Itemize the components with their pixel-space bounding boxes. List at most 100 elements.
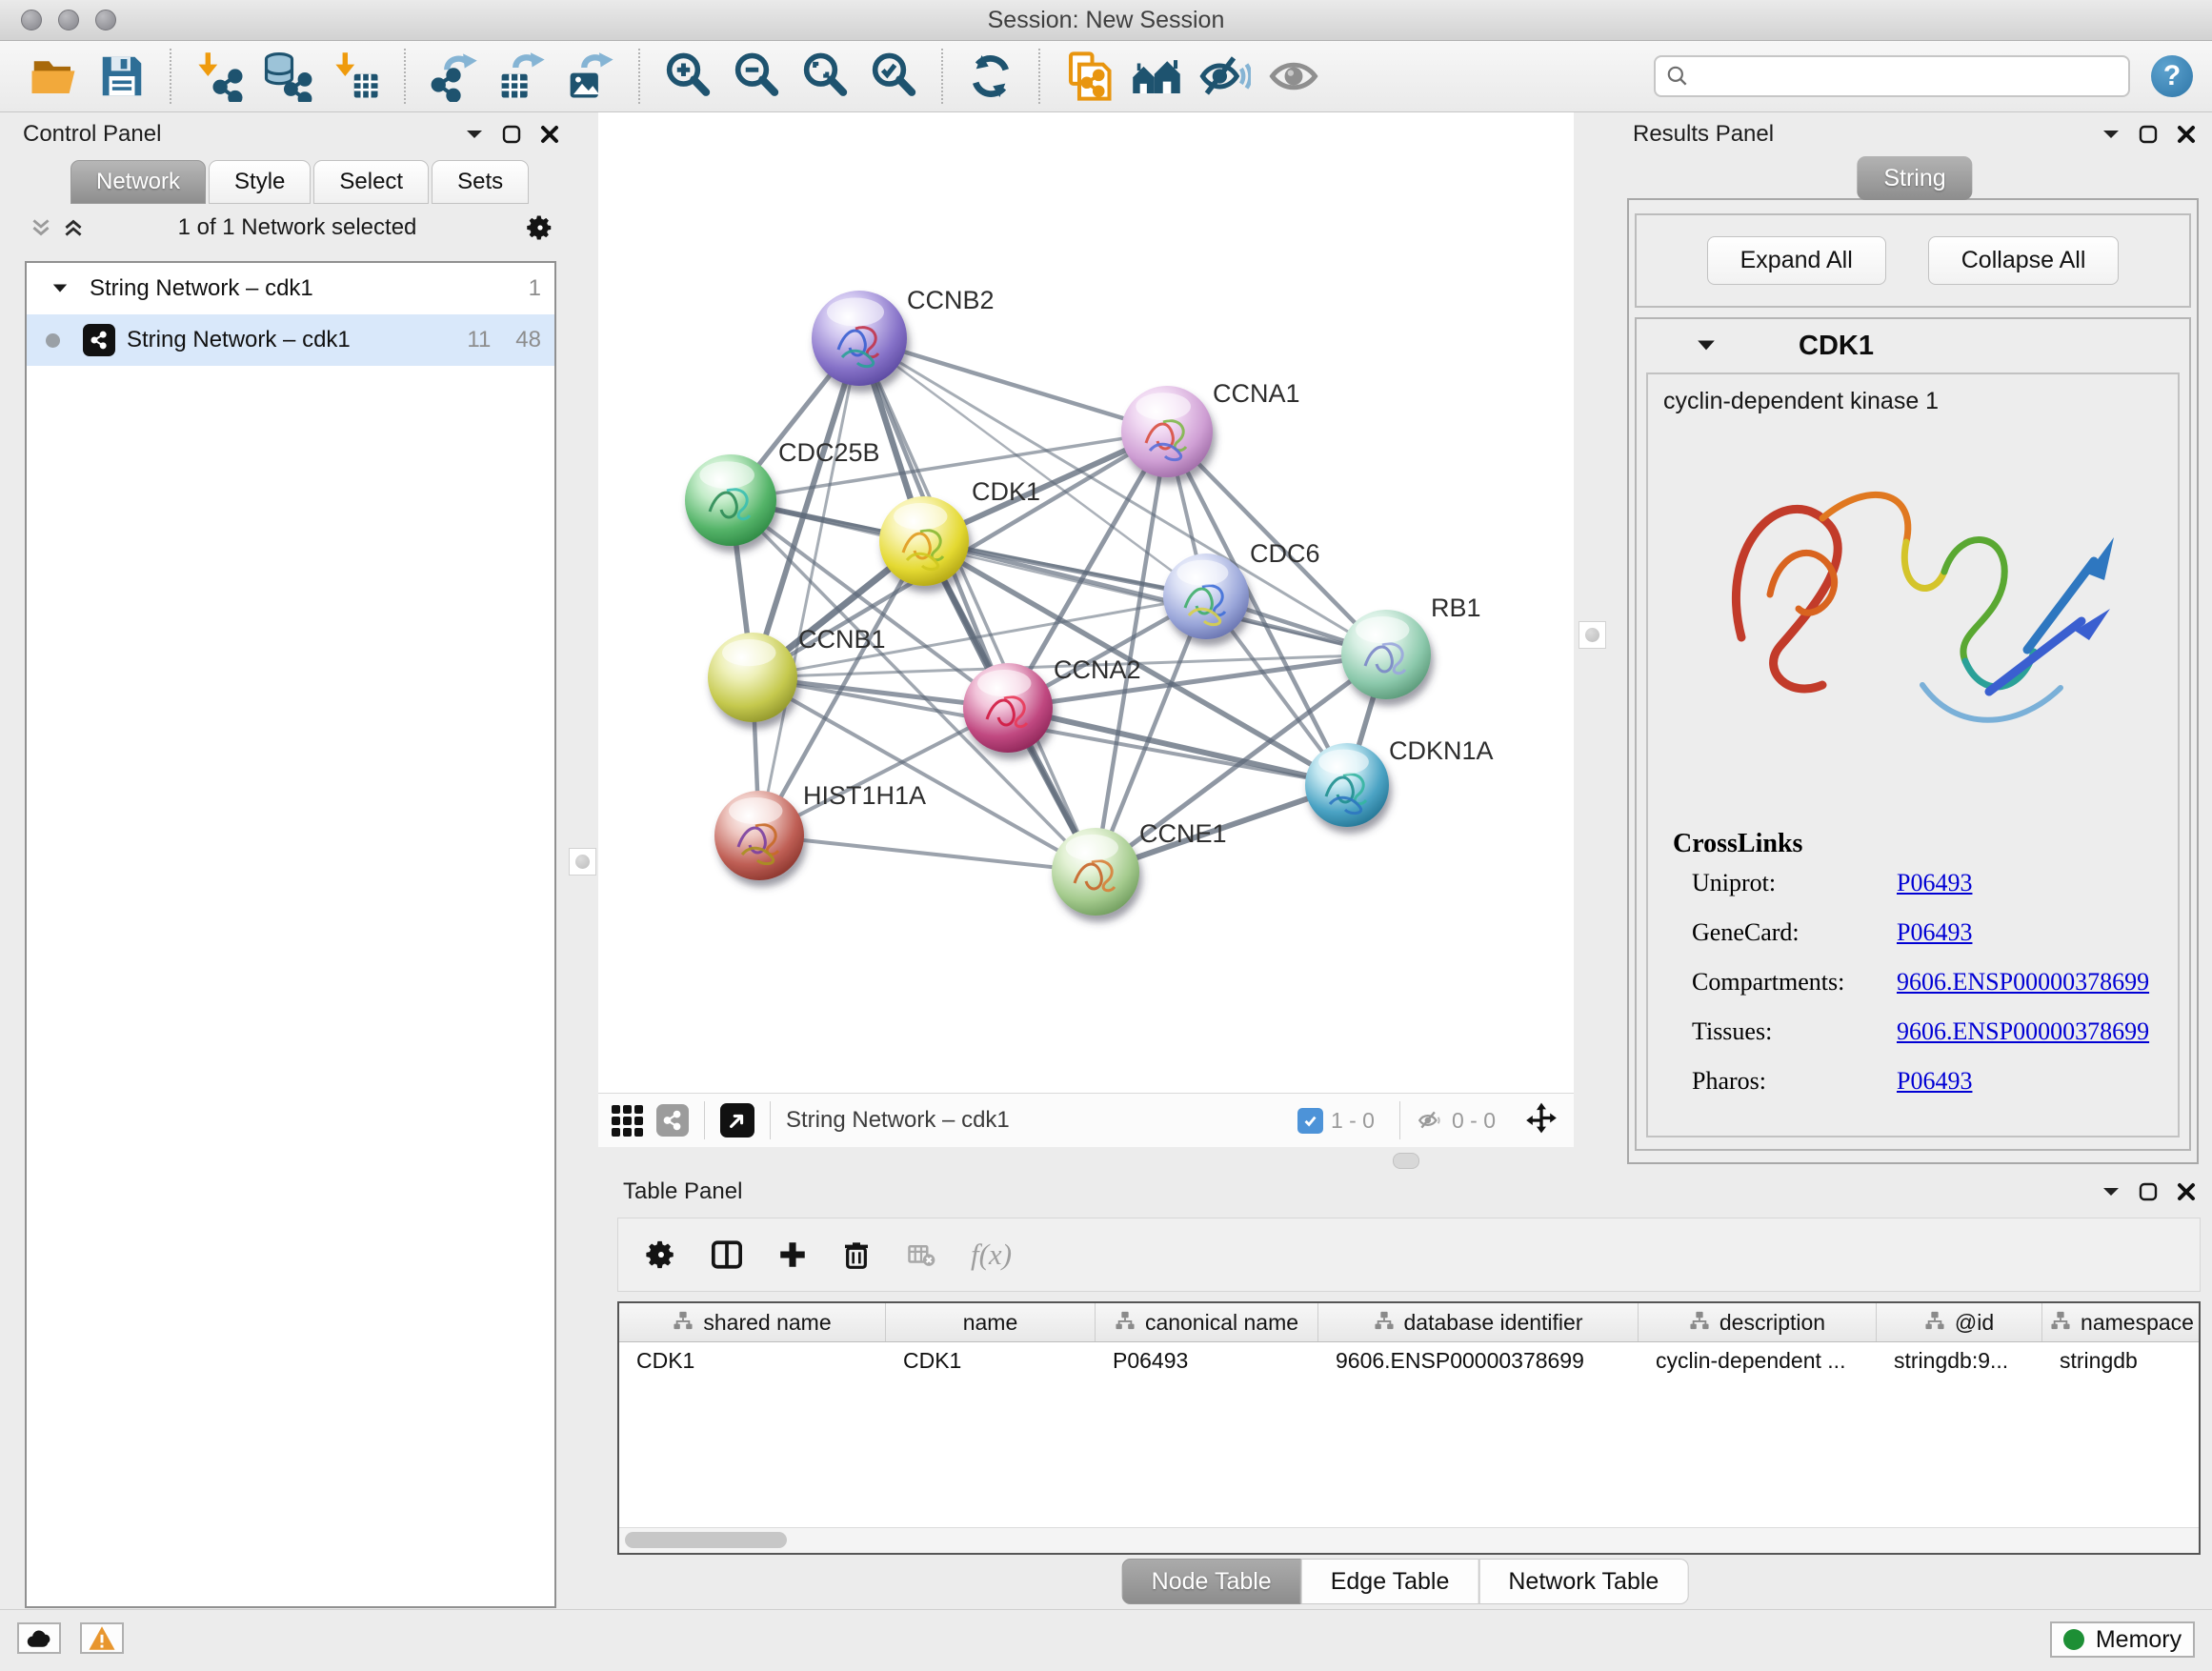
network-thumbnail-icon[interactable] xyxy=(656,1104,689,1137)
zoom-out-button[interactable] xyxy=(727,47,786,106)
column-header-canonical-name[interactable]: canonical name xyxy=(1096,1303,1318,1341)
network-row-selected[interactable]: String Network – cdk1 11 48 xyxy=(27,314,554,366)
close-icon xyxy=(2176,124,2197,145)
crosslink-link[interactable]: 9606.ENSP00000378699 xyxy=(1897,1017,2149,1046)
network-node-CCNA1[interactable] xyxy=(1121,386,1213,477)
tab-network[interactable]: Network xyxy=(70,160,206,204)
memory-status-button[interactable]: Memory xyxy=(2050,1621,2195,1658)
network-node-CCNE1[interactable] xyxy=(1052,828,1139,916)
delete-column-button[interactable] xyxy=(841,1238,872,1271)
export-table-button[interactable] xyxy=(493,47,552,106)
left-splitter-handle[interactable] xyxy=(569,848,596,876)
table-horizontal-scrollbar[interactable] xyxy=(619,1527,2199,1553)
expand-all-networks-button[interactable] xyxy=(61,215,86,240)
delete-table-button-disabled[interactable] xyxy=(904,1240,938,1269)
open-folder-icon xyxy=(28,50,79,102)
hide-selected-button[interactable] xyxy=(1196,47,1255,106)
zoom-in-button[interactable] xyxy=(658,47,717,106)
panel-menu-button[interactable] xyxy=(2101,128,2121,141)
import-network-file-button[interactable] xyxy=(190,47,249,106)
function-builder-button-disabled[interactable]: f(x) xyxy=(971,1238,1012,1272)
add-column-button[interactable] xyxy=(776,1238,809,1271)
right-splitter-handle[interactable] xyxy=(1579,621,1606,649)
column-header-shared-name[interactable]: shared name xyxy=(619,1303,886,1341)
selected-checkbox-icon[interactable] xyxy=(1297,1108,1323,1134)
network-node-CDK1[interactable] xyxy=(879,496,969,586)
pan-move-icon[interactable] xyxy=(1522,1101,1560,1139)
network-edge-CCNB2-CCNA1[interactable] xyxy=(859,338,1167,432)
tab-style[interactable]: Style xyxy=(209,160,311,204)
network-node-RB1[interactable] xyxy=(1341,610,1431,699)
expand-all-button[interactable]: Expand All xyxy=(1707,236,1886,285)
crosslink-link[interactable]: P06493 xyxy=(1897,918,1972,947)
open-session-button[interactable] xyxy=(24,47,83,106)
table-row[interactable]: CDK1CDK1P064939606.ENSP00000378699cyclin… xyxy=(619,1342,2199,1379)
table-tabs: Node TableEdge TableNetwork Table xyxy=(1122,1559,1689,1604)
tab-edge-table[interactable]: Edge Table xyxy=(1301,1559,1479,1604)
collapse-all-button[interactable]: Collapse All xyxy=(1928,236,2120,285)
first-neighbors-button[interactable] xyxy=(1127,47,1186,106)
collapse-caret-icon[interactable] xyxy=(1696,338,1717,353)
network-node-CCNB1[interactable] xyxy=(708,633,797,722)
panel-float-button[interactable] xyxy=(501,124,522,145)
network-node-CDKN1A[interactable] xyxy=(1305,743,1389,827)
crosslink-link[interactable]: 9606.ENSP00000378699 xyxy=(1897,968,2149,997)
show-columns-button[interactable] xyxy=(710,1238,744,1271)
import-network-database-button[interactable] xyxy=(258,47,317,106)
export-network-button[interactable] xyxy=(424,47,483,106)
warnings-button[interactable] xyxy=(80,1622,124,1654)
hidden-eye-slash-icon[interactable] xyxy=(1416,1108,1444,1133)
scrollbar-thumb[interactable] xyxy=(625,1532,787,1548)
network-node-CDC25B[interactable] xyxy=(685,454,776,546)
collapse-all-networks-button[interactable] xyxy=(29,215,53,240)
network-node-HIST1H1A[interactable] xyxy=(714,791,804,880)
crosslink-label: Uniprot: xyxy=(1692,869,1897,897)
node-entry-header[interactable]: CDK1 xyxy=(1637,319,2189,372)
tab-network-table[interactable]: Network Table xyxy=(1478,1559,1688,1604)
column-header-namespace[interactable]: namespace xyxy=(2042,1303,2201,1341)
search-box xyxy=(1654,55,2130,97)
panel-close-button[interactable] xyxy=(2176,124,2197,145)
panel-menu-button[interactable] xyxy=(465,128,484,141)
help-button[interactable]: ? xyxy=(2151,55,2193,97)
export-image-button[interactable] xyxy=(561,47,620,106)
cloud-status-button[interactable] xyxy=(17,1622,61,1654)
table-options-gear-button[interactable] xyxy=(645,1238,677,1271)
network-node-CCNA2[interactable] xyxy=(963,663,1053,753)
refresh-view-button[interactable] xyxy=(961,47,1020,106)
panel-close-button[interactable] xyxy=(2176,1181,2197,1202)
network-collection-row[interactable]: String Network – cdk1 1 xyxy=(27,263,554,314)
panel-float-button[interactable] xyxy=(2138,1181,2159,1202)
tree-expander-icon[interactable] xyxy=(51,282,69,295)
panel-close-button[interactable] xyxy=(539,124,560,145)
zoom-selected-button[interactable] xyxy=(864,47,923,106)
column-header-name[interactable]: name xyxy=(886,1303,1096,1341)
column-header-database-identifier[interactable]: database identifier xyxy=(1318,1303,1639,1341)
panel-menu-button[interactable] xyxy=(2101,1185,2121,1198)
column-header-description[interactable]: description xyxy=(1639,1303,1877,1341)
open-in-new-window-button[interactable] xyxy=(720,1103,754,1137)
tab-sets[interactable]: Sets xyxy=(432,160,529,204)
toolbar-separator xyxy=(638,49,640,104)
clone-network-button[interactable] xyxy=(1058,47,1117,106)
network-node-CDC6[interactable] xyxy=(1163,554,1249,639)
birds-eye-view-button[interactable] xyxy=(612,1105,643,1137)
zoom-fit-button[interactable] xyxy=(795,47,855,106)
node-label-CDKN1A: CDKN1A xyxy=(1389,736,1494,765)
network-options-gear-button[interactable] xyxy=(526,213,554,242)
network-node-CCNB2[interactable] xyxy=(812,291,907,386)
horizontal-splitter-handle[interactable] xyxy=(1393,1153,1419,1169)
column-header--id[interactable]: @id xyxy=(1877,1303,2042,1341)
network-canvas[interactable]: CCNB2CCNA1CDC25BCDK1CDC6RB1CCNB1CCNA2CDK… xyxy=(598,112,1574,1093)
show-all-button[interactable] xyxy=(1264,47,1323,106)
network-edge-CCNB2-RB1[interactable] xyxy=(859,338,1386,654)
search-input[interactable] xyxy=(1698,63,2119,91)
tab-node-table[interactable]: Node Table xyxy=(1122,1559,1301,1604)
crosslink-link[interactable]: P06493 xyxy=(1897,1067,1972,1096)
tab-select[interactable]: Select xyxy=(313,160,429,204)
crosslink-link[interactable]: P06493 xyxy=(1897,869,1972,897)
tab-string[interactable]: String xyxy=(1857,156,1972,200)
save-session-button[interactable] xyxy=(92,47,151,106)
panel-float-button[interactable] xyxy=(2138,124,2159,145)
import-table-file-button[interactable] xyxy=(327,47,386,106)
